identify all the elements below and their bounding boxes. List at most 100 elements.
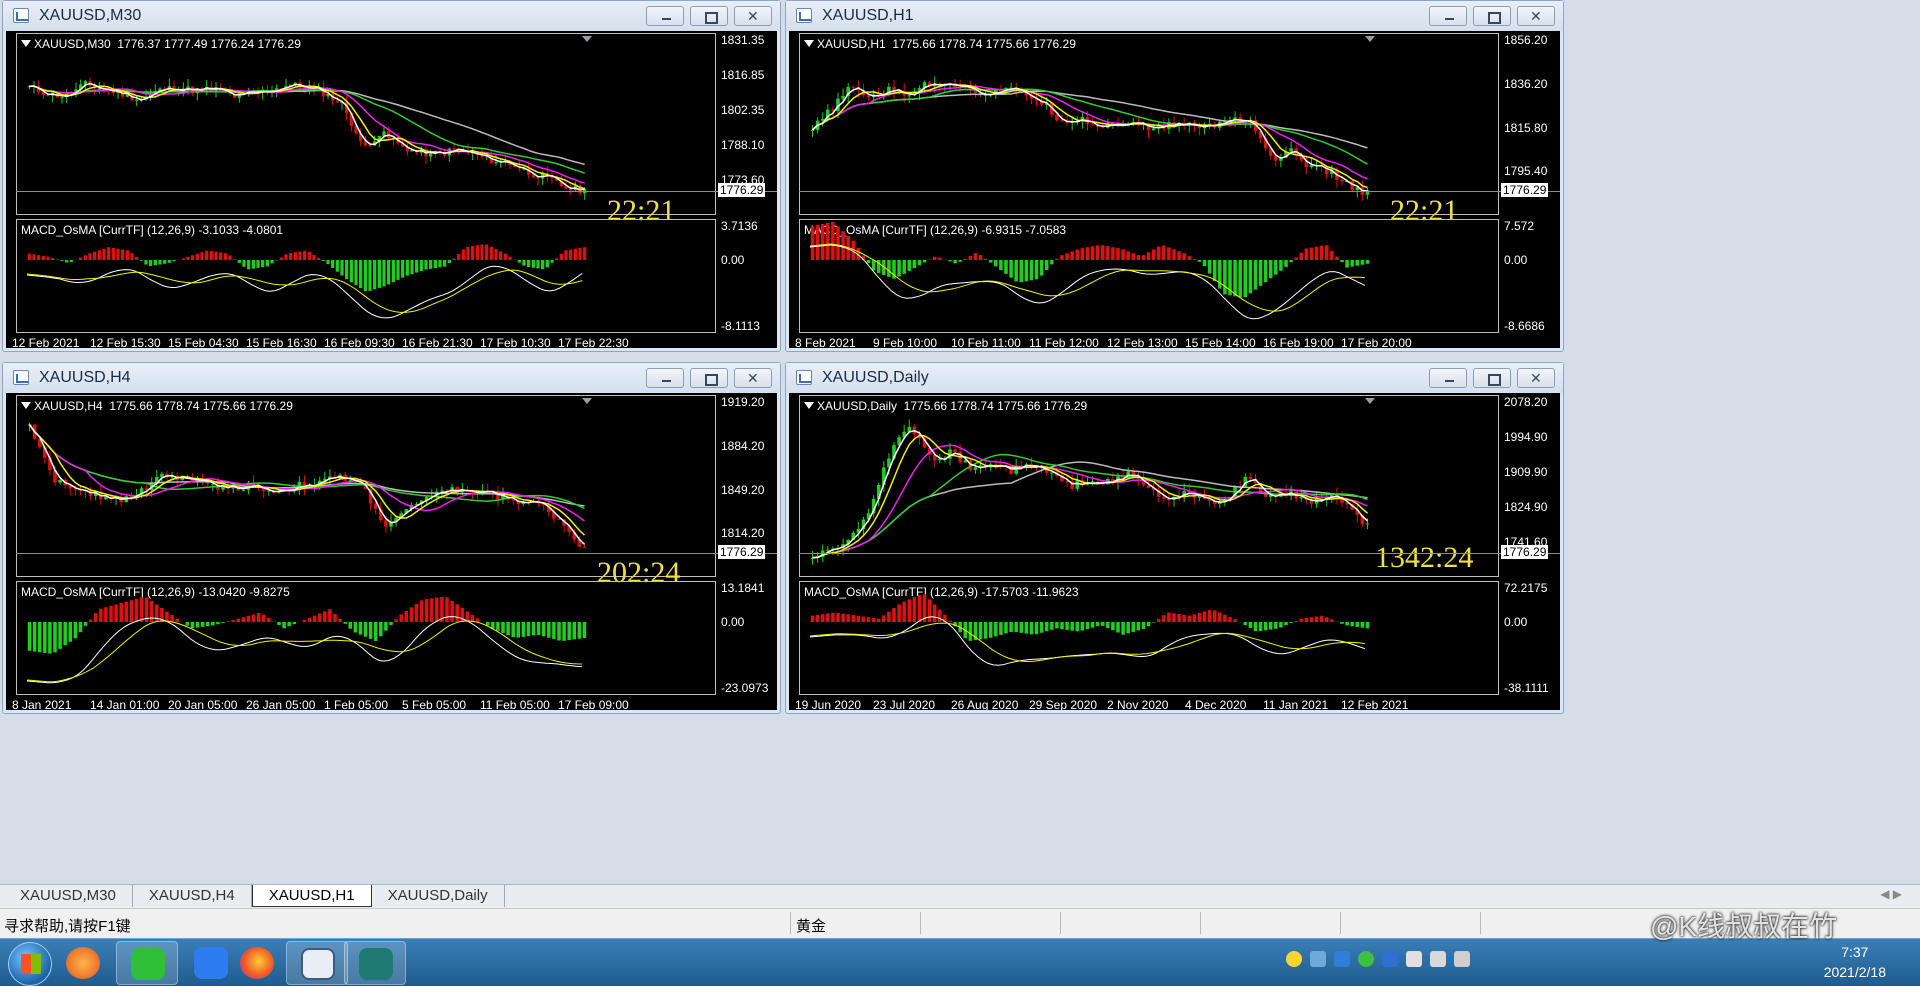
- macd-bar: [323, 611, 327, 622]
- macd-bar: [333, 613, 337, 622]
- macd-bar: [1335, 256, 1339, 260]
- macd-bar: [233, 259, 237, 260]
- macd-bar: [149, 600, 154, 622]
- tab-xauusd-daily[interactable]: XAUUSD,Daily: [372, 885, 505, 907]
- macd-bar: [1309, 617, 1314, 622]
- macd-bar: [559, 253, 563, 260]
- macd-bar: [37, 622, 42, 653]
- maximize-button[interactable]: [690, 368, 728, 388]
- candle: [1085, 484, 1090, 486]
- system-clock[interactable]: 7:37 2021/2/18: [1824, 942, 1886, 982]
- candle: [511, 499, 515, 501]
- tray-icon[interactable]: [1382, 951, 1398, 967]
- macd-bar: [1330, 619, 1334, 622]
- candle: [335, 100, 339, 103]
- tray-icon[interactable]: [1286, 951, 1302, 967]
- close-button[interactable]: [1517, 6, 1555, 26]
- macd-bar: [1162, 615, 1166, 622]
- minimize-button[interactable]: [646, 368, 684, 388]
- macd-panel[interactable]: MACD_OsMA [CurrTF] (12,26,9) -13.0420 -9…: [16, 581, 716, 695]
- macd-bar: [231, 620, 235, 622]
- network-icon[interactable]: [1406, 951, 1422, 967]
- macd-bar: [384, 622, 388, 631]
- macd-bar: [583, 247, 587, 260]
- chart-area[interactable]: XAUUSD,H4 1775.66 1778.74 1775.66 1776.2…: [6, 393, 777, 710]
- moving-average-line: [28, 424, 586, 536]
- chart-area[interactable]: XAUUSD,Daily 1775.66 1778.74 1775.66 177…: [789, 393, 1560, 710]
- macd-panel[interactable]: MACD_OsMA [CurrTF] (12,26,9) -3.1033 -4.…: [16, 219, 716, 333]
- price-panel[interactable]: XAUUSD,Daily 1775.66 1778.74 1775.66 177…: [799, 395, 1499, 577]
- taskbar: 7:37 2021/2/18: [0, 938, 1920, 986]
- close-button[interactable]: [1517, 368, 1555, 388]
- macd-bar: [1253, 622, 1258, 632]
- macd-bar: [1065, 622, 1069, 630]
- close-button[interactable]: [734, 6, 772, 26]
- macd-bar: [1248, 260, 1253, 294]
- candle: [58, 479, 62, 483]
- signal-icon[interactable]: [1454, 951, 1470, 967]
- macd-bar: [1319, 245, 1324, 260]
- macd-panel[interactable]: MACD_OsMA [CurrTF] (12,26,9) -6.9315 -7.…: [799, 219, 1499, 333]
- price-axis-label: 1849.20: [721, 482, 765, 497]
- tray-icon[interactable]: [1358, 951, 1374, 967]
- macd-bar: [1360, 260, 1365, 265]
- macd-bar: [326, 260, 330, 265]
- close-button[interactable]: [734, 368, 772, 388]
- macd-bar: [1187, 615, 1192, 622]
- media-player-button[interactable]: [52, 941, 114, 985]
- macd-bar: [211, 622, 215, 626]
- macd-bar: [1187, 256, 1192, 260]
- tab-xauusd-h1[interactable]: XAUUSD,H1: [251, 885, 372, 907]
- macd-bar: [134, 598, 139, 622]
- macd-bar: [246, 615, 251, 622]
- maximize-button[interactable]: [1473, 368, 1511, 388]
- time-axis-label: 12 Feb 2021: [12, 336, 80, 348]
- tray-icon[interactable]: [1310, 951, 1326, 967]
- time-axis-label: 29 Sep 2020: [1029, 698, 1098, 710]
- macd-bar: [153, 260, 157, 266]
- app-window-button[interactable]: [344, 941, 406, 985]
- price-panel[interactable]: XAUUSD,H4 1775.66 1778.74 1775.66 1776.2…: [16, 395, 716, 589]
- minimize-button[interactable]: [646, 6, 684, 26]
- macd-bar: [41, 255, 45, 260]
- macd-bar: [209, 250, 213, 260]
- chart-area[interactable]: XAUUSD,H1 1775.66 1778.74 1775.66 1776.2…: [789, 31, 1560, 348]
- wechat-button[interactable]: [116, 941, 178, 985]
- macd-bar: [856, 615, 861, 622]
- tray-icon[interactable]: [1334, 951, 1350, 967]
- firefox-button[interactable]: [226, 941, 288, 985]
- macd-bar: [415, 260, 419, 273]
- title-bar[interactable]: XAUUSD,H1: [786, 1, 1563, 31]
- macd-panel[interactable]: MACD_OsMA [CurrTF] (12,26,9) -17.5703 -1…: [799, 581, 1499, 695]
- price-panel[interactable]: XAUUSD,M30 1776.37 1777.49 1776.24 1776.…: [16, 33, 716, 227]
- price-panel[interactable]: XAUUSD,H1 1775.66 1778.74 1775.66 1776.2…: [799, 33, 1499, 227]
- macd-bar: [1223, 260, 1227, 295]
- tab-scroll-arrows[interactable]: ◀ ▶: [1880, 887, 1902, 901]
- macd-bar: [1019, 260, 1024, 283]
- title-bar[interactable]: XAUUSD,M30: [3, 1, 780, 31]
- macd-bar: [1024, 622, 1029, 634]
- title-bar[interactable]: XAUUSD,H4: [3, 363, 780, 393]
- macd-bar: [1304, 618, 1309, 622]
- clock-date: 2021/2/18: [1823, 964, 1886, 980]
- calculator-button[interactable]: [286, 941, 348, 985]
- price-axis-label: 1909.90: [1504, 465, 1548, 479]
- minimize-button[interactable]: [1429, 368, 1467, 388]
- macd-bar: [1228, 616, 1232, 622]
- macd-bar: [205, 250, 209, 260]
- macd-bar: [83, 255, 87, 260]
- macd-bar: [277, 622, 281, 626]
- title-bar[interactable]: XAUUSD,Daily: [786, 363, 1563, 393]
- macd-bar: [396, 260, 400, 280]
- price-axis-label: 1814.20: [721, 526, 765, 541]
- maximize-button[interactable]: [690, 6, 728, 26]
- tab-xauusd-m30[interactable]: XAUUSD,M30: [4, 885, 133, 907]
- chart-area[interactable]: XAUUSD,M30 1776.37 1777.49 1776.24 1776.…: [6, 31, 777, 348]
- macd-bar: [1253, 260, 1258, 290]
- volume-icon[interactable]: [1430, 951, 1446, 967]
- minimize-button[interactable]: [1429, 6, 1467, 26]
- macd-bar: [489, 246, 493, 260]
- start-button[interactable]: [8, 942, 52, 986]
- tab-xauusd-h4[interactable]: XAUUSD,H4: [133, 885, 252, 907]
- maximize-button[interactable]: [1473, 6, 1511, 26]
